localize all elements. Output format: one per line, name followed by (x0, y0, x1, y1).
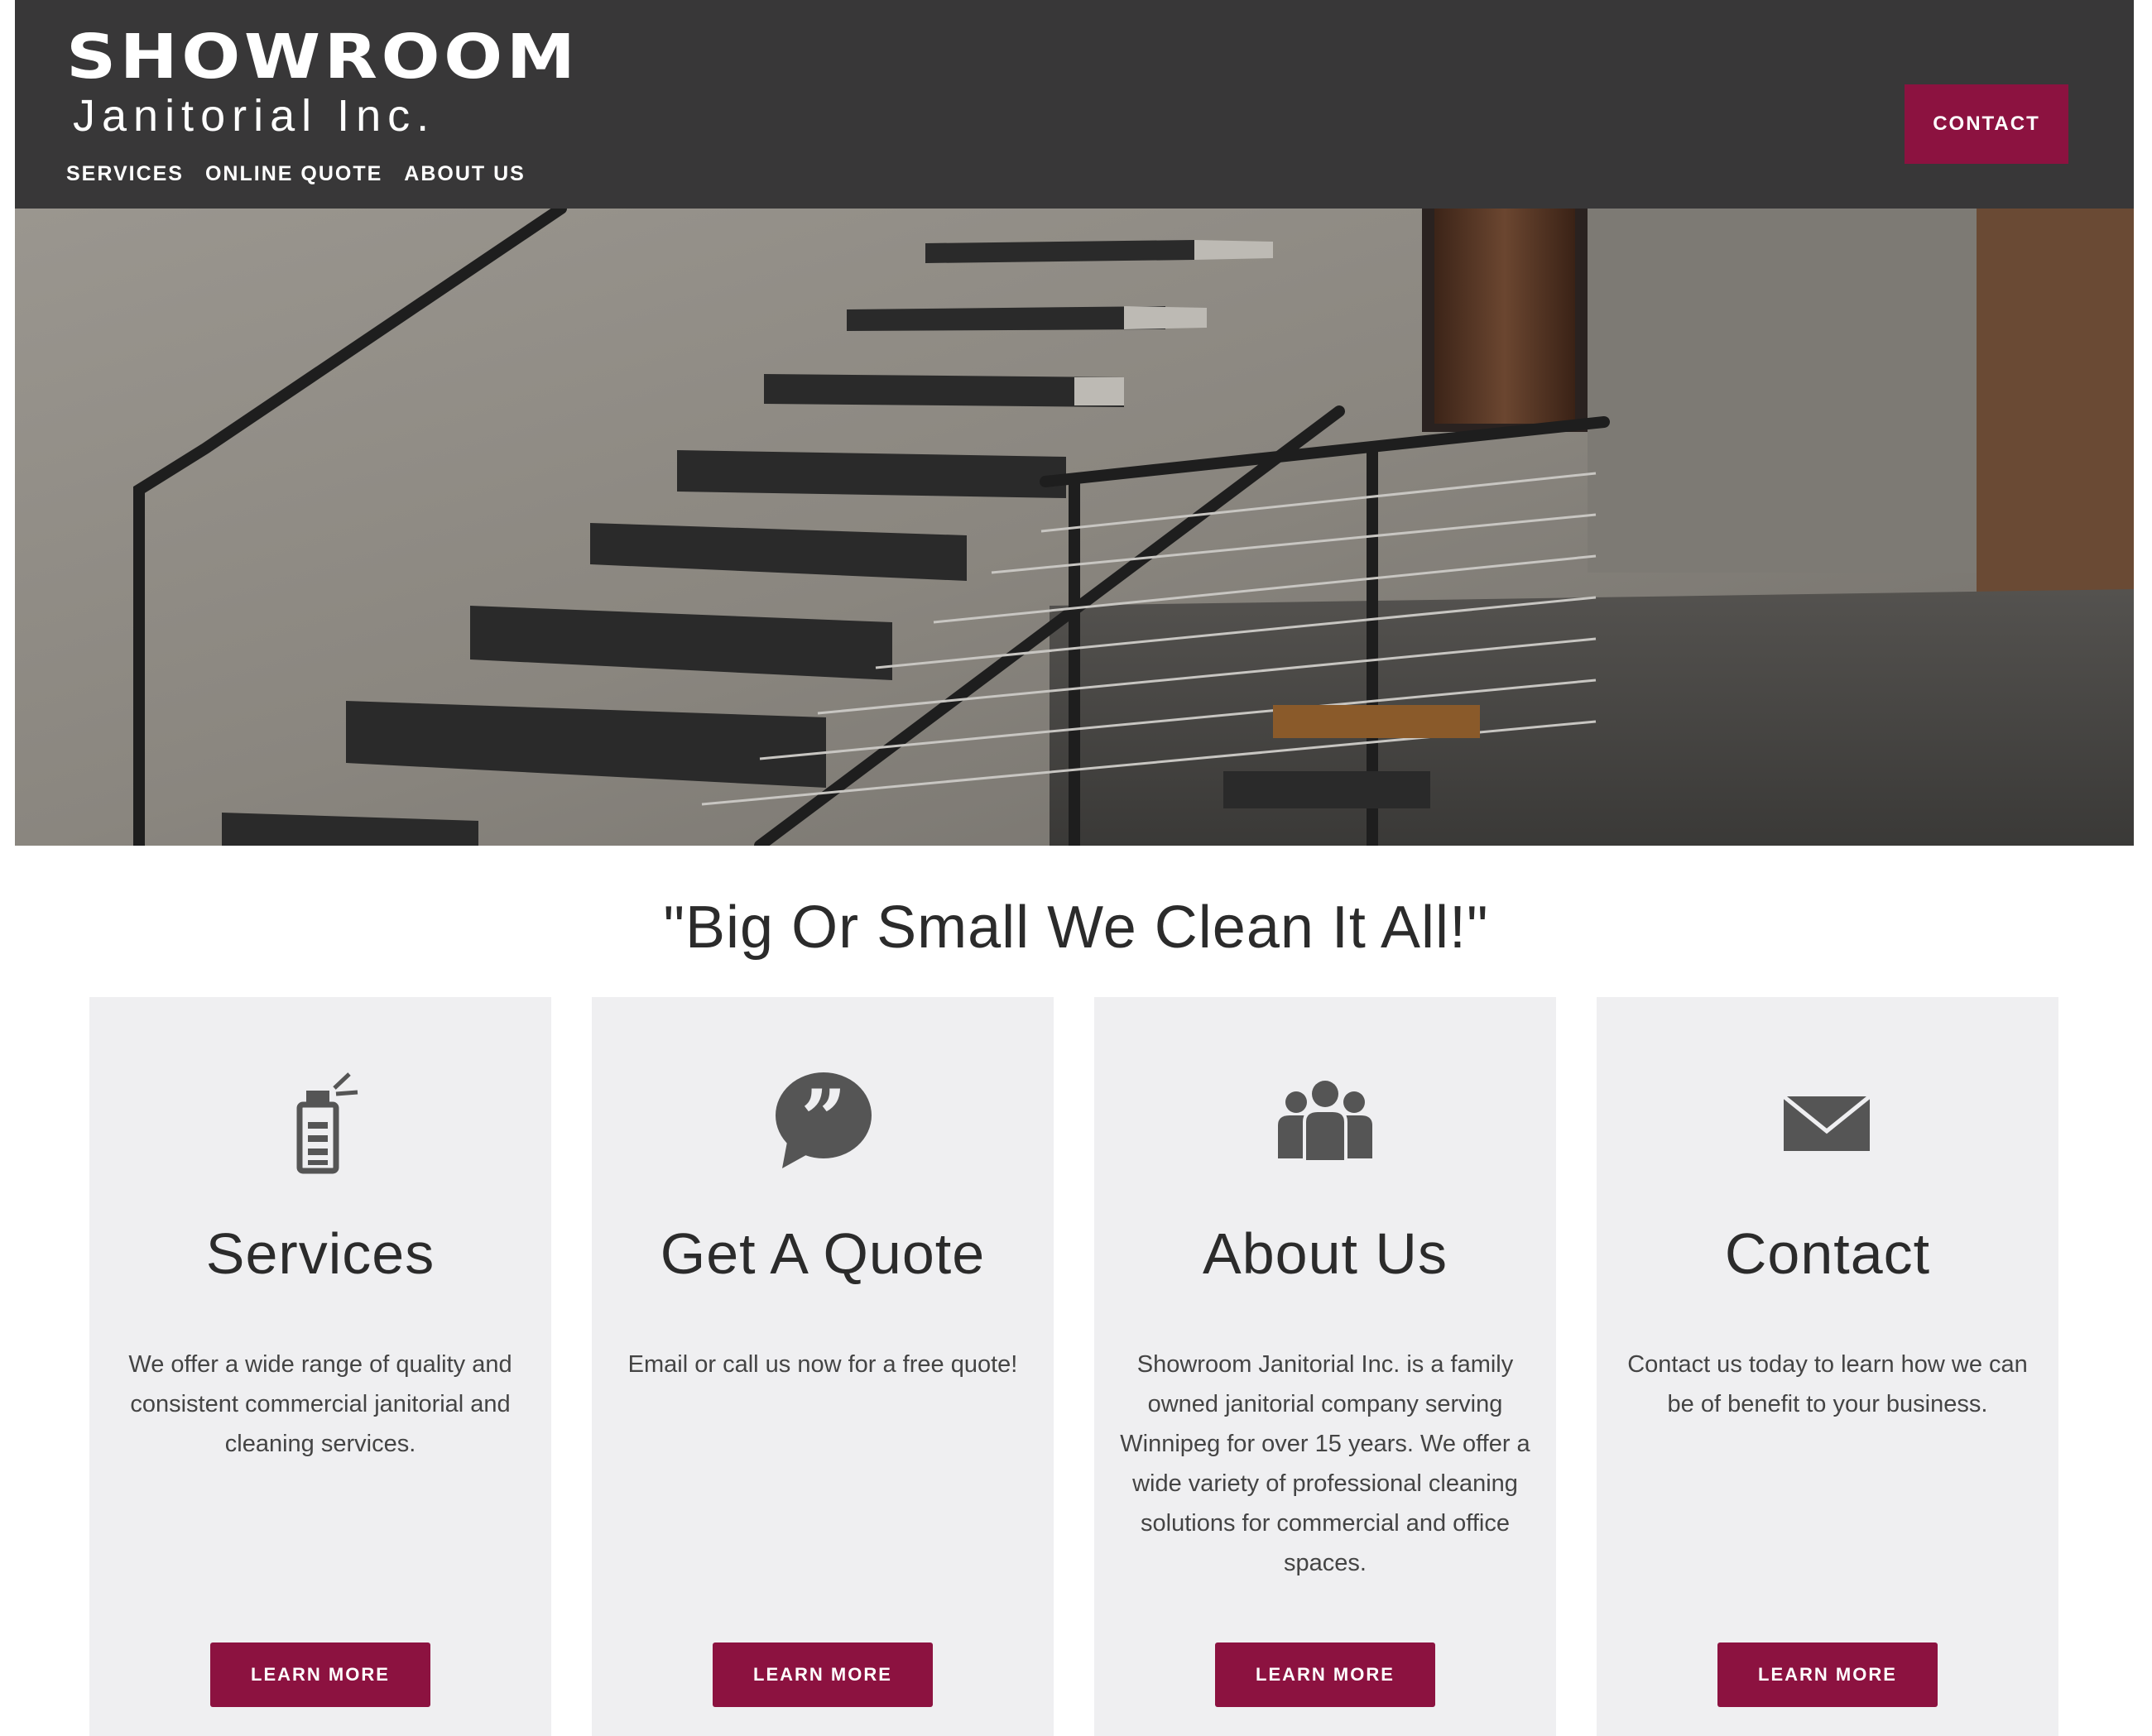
nav-online-quote[interactable]: ONLINE QUOTE (205, 162, 382, 186)
card-services: Services We offer a wide range of qualit… (89, 997, 551, 1736)
card-text: We offer a wide range of quality and con… (128, 1351, 512, 1457)
learn-more-button[interactable]: LEARN MORE (1717, 1642, 1938, 1707)
nav-services[interactable]: SERVICES (66, 162, 184, 186)
spray-bottle-icon (89, 1063, 551, 1179)
staircase-illustration (15, 209, 2134, 846)
site-header: SHOWROOM Janitorial Inc. SERVICES ONLINE… (15, 0, 2134, 209)
header-contact-button[interactable]: CONTACT (1905, 84, 2068, 164)
quote-bubble-icon: ” (592, 1063, 1054, 1179)
nav-about-us[interactable]: ABOUT US (404, 162, 526, 186)
card-title: Contact (1724, 1221, 1931, 1286)
tagline: "Big Or Small We Clean It All!" (663, 894, 1489, 961)
envelope-icon (1597, 1063, 2058, 1179)
logo-wordmark: SHOWROOM (66, 22, 579, 93)
card-contact: Contact Contact us today to learn how we… (1597, 997, 2058, 1736)
card-title: Services (205, 1221, 435, 1286)
card-about-us: About Us Showroom Janitorial Inc. is a f… (1094, 997, 1556, 1736)
main-nav: SERVICES ONLINE QUOTE ABOUT US (66, 162, 526, 186)
card-text: Contact us today to learn how we can be … (1627, 1351, 2028, 1417)
card-text: Email or call us now for a free quote! (627, 1351, 1018, 1378)
hero-image (15, 209, 2134, 846)
svg-text:”: ” (800, 1072, 846, 1166)
card-title: About Us (1203, 1221, 1448, 1286)
people-group-icon (1094, 1063, 1556, 1179)
card-get-a-quote: ” Get A Quote Email or call us now for a… (592, 997, 1054, 1736)
learn-more-button[interactable]: LEARN MORE (210, 1642, 430, 1707)
card-text: Showroom Janitorial Inc. is a family own… (1120, 1351, 1530, 1576)
logo[interactable]: SHOWROOM Janitorial Inc. (66, 25, 575, 141)
logo-subtitle: Janitorial Inc. (73, 91, 436, 141)
learn-more-button[interactable]: LEARN MORE (1215, 1642, 1435, 1707)
learn-more-button[interactable]: LEARN MORE (713, 1642, 933, 1707)
card-title: Get A Quote (660, 1221, 986, 1286)
